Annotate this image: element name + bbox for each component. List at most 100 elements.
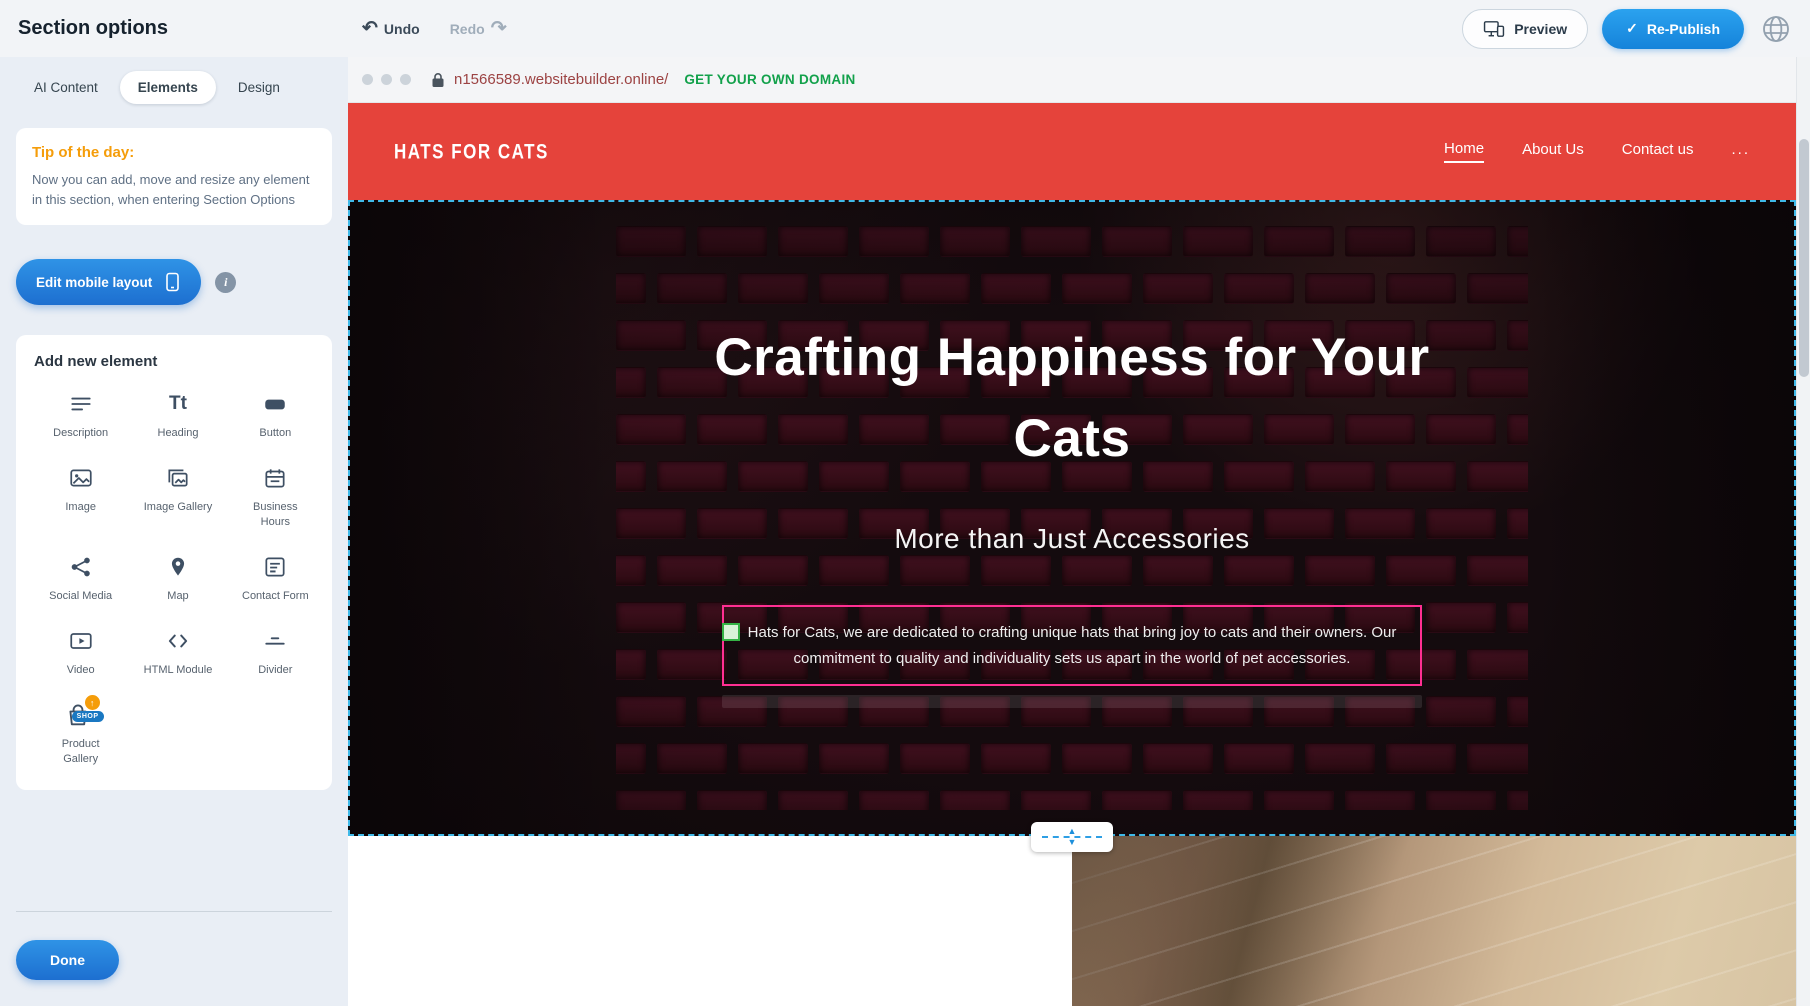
element-html-module[interactable]: HTML Module [131, 627, 224, 677]
contact-form-icon [262, 553, 288, 581]
brick [1507, 790, 1528, 810]
nav-home[interactable]: Home [1444, 140, 1484, 163]
section-options-sidebar: AI Content Elements Design Tip of the da… [0, 57, 348, 1006]
preview-button[interactable]: Preview [1462, 9, 1588, 49]
site-header: HATS FOR CATS Home About Us Contact us .… [348, 103, 1796, 200]
scrollbar-thumb[interactable] [1799, 139, 1809, 377]
image-gallery-icon [165, 464, 191, 492]
element-resize-handle[interactable] [722, 623, 740, 641]
browser-bar: n1566589.websitebuilder.online/ GET YOUR… [348, 57, 1796, 103]
next-section[interactable] [348, 836, 1796, 1006]
selected-text-element[interactable]: Hats for Cats, we are dedicated to craft… [722, 605, 1422, 686]
undo-button[interactable]: ↶ Undo [362, 19, 420, 38]
globe-icon [1760, 13, 1792, 45]
brick [1224, 743, 1294, 774]
brick [900, 743, 970, 774]
brick [1426, 790, 1496, 810]
phone-icon [164, 272, 181, 292]
shop-badge: SHOP [72, 711, 104, 722]
site-url: n1566589.websitebuilder.online/ [454, 71, 668, 88]
nav-more-button[interactable]: ... [1731, 141, 1750, 162]
pavement-photo [1072, 836, 1796, 1006]
brick [1467, 743, 1528, 774]
brick [616, 743, 646, 774]
brick [819, 743, 889, 774]
brick [1345, 790, 1415, 810]
html-module-icon [165, 627, 191, 655]
element-button[interactable]: Button [229, 390, 322, 440]
site-preview-area: n1566589.websitebuilder.online/ GET YOUR… [348, 57, 1810, 1006]
info-icon[interactable]: i [215, 272, 236, 293]
element-ghost-strip [722, 695, 1422, 708]
hero-heading[interactable]: Crafting Happiness for Your Cats [712, 318, 1432, 479]
undo-redo-group: ↶ Undo Redo ↷ [362, 19, 507, 38]
add-new-element-card: Add new element Description Tt Heading [16, 335, 332, 790]
site-logo[interactable]: HATS FOR CATS [394, 139, 549, 164]
element-product-gallery[interactable]: SHOP ↑ Product Gallery [34, 701, 127, 766]
image-icon [68, 464, 94, 492]
element-business-hours[interactable]: Business Hours [229, 464, 322, 529]
element-description[interactable]: Description [34, 390, 127, 440]
brick [616, 790, 686, 810]
social-media-icon [68, 553, 94, 581]
element-image[interactable]: Image [34, 464, 127, 529]
get-domain-link[interactable]: GET YOUR OWN DOMAIN [684, 72, 855, 87]
button-icon [262, 390, 288, 418]
tip-of-the-day-card: Tip of the day: Now you can add, move an… [16, 128, 332, 225]
done-button[interactable]: Done [16, 940, 119, 980]
element-map[interactable]: Map [131, 553, 224, 603]
sidebar-tabs: AI Content Elements Design [16, 71, 332, 104]
sidebar-divider [16, 911, 332, 912]
element-video[interactable]: Video [34, 627, 127, 677]
brick [1143, 743, 1213, 774]
element-contact-form[interactable]: Contact Form [229, 553, 322, 603]
product-gallery-icon: SHOP ↑ [64, 701, 98, 729]
brick [697, 790, 767, 810]
section-resize-handle[interactable]: ▲ ▼ [1031, 822, 1113, 852]
tab-design[interactable]: Design [220, 71, 298, 104]
hero-body-text[interactable]: Hats for Cats, we are dedicated to craft… [732, 620, 1412, 671]
tab-elements[interactable]: Elements [120, 71, 216, 104]
brick [1305, 743, 1375, 774]
hero-section[interactable]: Crafting Happiness for Your Cats More th… [348, 200, 1796, 836]
nav-contact-us[interactable]: Contact us [1622, 141, 1694, 162]
lock-icon [431, 72, 445, 88]
site-nav: Home About Us Contact us ... [1444, 140, 1750, 163]
tip-body: Now you can add, move and resize any ele… [32, 170, 316, 209]
business-hours-icon [262, 464, 288, 492]
element-social-media[interactable]: Social Media [34, 553, 127, 603]
brick [1062, 743, 1132, 774]
divider-icon [262, 627, 288, 655]
element-heading[interactable]: Tt Heading [131, 390, 224, 440]
edit-mobile-label: Edit mobile layout [36, 275, 152, 290]
redo-button[interactable]: Redo ↷ [450, 19, 507, 38]
brick [981, 743, 1051, 774]
tab-ai-content[interactable]: AI Content [16, 71, 116, 104]
heading-icon: Tt [169, 390, 187, 418]
element-image-gallery[interactable]: Image Gallery [131, 464, 224, 529]
top-toolbar: Section options ↶ Undo Redo ↷ Preview ✓ … [0, 0, 1810, 57]
republish-button[interactable]: ✓ Re-Publish [1602, 9, 1744, 49]
element-divider[interactable]: Divider [229, 627, 322, 677]
description-icon [68, 390, 94, 418]
brick [859, 790, 929, 810]
arrow-up-icon: ▲ [1068, 827, 1077, 836]
tip-title: Tip of the day: [32, 144, 316, 161]
arrow-down-icon: ▼ [1068, 838, 1077, 847]
hero-subheading[interactable]: More than Just Accessories [894, 523, 1249, 555]
nav-about-us[interactable]: About Us [1522, 141, 1584, 162]
page-title: Section options [18, 17, 348, 40]
brick [1386, 743, 1456, 774]
preview-label: Preview [1514, 21, 1567, 37]
brick [738, 743, 808, 774]
scrollbar[interactable] [1796, 57, 1810, 1006]
undo-icon: ↶ [362, 19, 378, 38]
brick [657, 743, 727, 774]
republish-label: Re-Publish [1647, 21, 1720, 37]
video-icon [68, 627, 94, 655]
language-globe-button[interactable] [1760, 13, 1792, 45]
brick [940, 790, 1010, 810]
edit-mobile-layout-button[interactable]: Edit mobile layout [16, 259, 201, 305]
brick [1102, 790, 1172, 810]
add-element-title: Add new element [34, 353, 322, 370]
